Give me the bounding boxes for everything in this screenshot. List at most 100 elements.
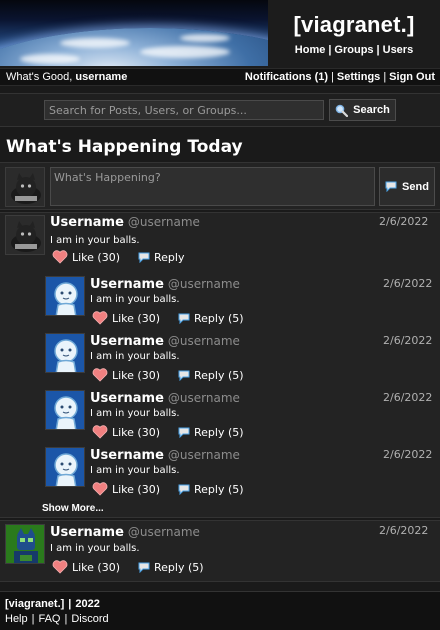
nav-users[interactable]: Users	[383, 44, 414, 56]
nav-home[interactable]: Home	[295, 44, 326, 56]
like-label: Like (30)	[112, 311, 161, 325]
help-link[interactable]: Help	[5, 613, 28, 625]
earth-banner-image	[0, 0, 268, 66]
post-body: I am in your balls.	[90, 294, 180, 305]
post-item: Username @username 2/6/2022 I am in your …	[0, 520, 440, 582]
post-actions: Like (30) Reply (5)	[92, 425, 244, 439]
greeting-text: What's Good,	[6, 71, 73, 83]
author-name[interactable]: Username	[90, 277, 164, 292]
speech-bubble-icon	[178, 313, 190, 324]
footer-year: 2022	[75, 598, 100, 610]
show-more-link[interactable]: Show More...	[42, 503, 104, 514]
post-date: 2/6/2022	[383, 277, 433, 290]
avatar[interactable]	[45, 333, 85, 373]
reply-button[interactable]: Reply (5)	[138, 561, 204, 574]
send-button-label: Send	[402, 180, 429, 193]
avatar[interactable]	[45, 447, 85, 487]
like-button[interactable]: Like (30)	[92, 368, 160, 382]
post-body: I am in your balls.	[90, 465, 180, 476]
speech-bubble-icon	[178, 484, 190, 495]
post-body: I am in your balls.	[50, 235, 140, 246]
reply-button[interactable]: Reply (5)	[178, 483, 244, 496]
sign-out-link[interactable]: Sign Out	[389, 71, 435, 83]
search-button[interactable]: Search	[329, 99, 396, 121]
author-handle[interactable]: @username	[128, 525, 200, 539]
author-name[interactable]: Username	[90, 448, 164, 463]
reply-label: Reply (5)	[154, 560, 204, 574]
top-nav: Home | Groups | Users	[294, 44, 414, 56]
author-name[interactable]: Username	[90, 391, 164, 406]
compose-input[interactable]	[50, 167, 375, 206]
avatar[interactable]	[45, 390, 85, 430]
author-handle[interactable]: @username	[128, 215, 200, 229]
avatar[interactable]	[5, 167, 45, 207]
reply-button[interactable]: Reply	[138, 251, 184, 264]
post-author: Username @username	[50, 525, 200, 540]
reply-label: Reply (5)	[194, 368, 244, 382]
like-button[interactable]: Like (30)	[52, 560, 120, 574]
author-handle[interactable]: @username	[168, 448, 240, 462]
post-body: I am in your balls.	[90, 351, 180, 362]
heart-icon	[92, 311, 108, 325]
search-bar: Search	[0, 93, 440, 127]
post-author: Username @username	[90, 334, 240, 349]
like-button[interactable]: Like (30)	[92, 482, 160, 496]
settings-link[interactable]: Settings	[337, 71, 380, 83]
avatar[interactable]	[5, 524, 45, 564]
reply-button[interactable]: Reply (5)	[178, 426, 244, 439]
post-actions: Like (30) Reply (5)	[92, 311, 244, 325]
post-author: Username @username	[50, 215, 200, 230]
site-footer: [viagranet.] | 2022 Help | FAQ | Discord	[0, 591, 440, 630]
like-label: Like (30)	[72, 250, 121, 264]
post-date: 2/6/2022	[383, 448, 433, 461]
post-author: Username @username	[90, 448, 240, 463]
like-button[interactable]: Like (30)	[92, 311, 160, 325]
like-button[interactable]: Like (30)	[52, 250, 120, 264]
reply-button[interactable]: Reply (5)	[178, 369, 244, 382]
post-body: I am in your balls.	[90, 408, 180, 419]
reply-button[interactable]: Reply (5)	[178, 312, 244, 325]
post-actions: Like (30) Reply	[52, 250, 184, 264]
author-name[interactable]: Username	[50, 215, 124, 230]
send-button[interactable]: Send	[379, 167, 435, 206]
reply-label: Reply	[154, 250, 185, 264]
post-actions: Like (30) Reply (5)	[52, 560, 204, 574]
heart-icon	[92, 425, 108, 439]
site-header: [viagranet.] Home | Groups | Users	[0, 0, 440, 68]
search-input[interactable]	[44, 100, 324, 120]
avatar[interactable]	[45, 276, 85, 316]
notifications-link[interactable]: Notifications (1)	[245, 71, 328, 83]
heart-icon	[92, 482, 108, 496]
brand-logo[interactable]: [viagranet.]	[268, 12, 440, 38]
author-handle[interactable]: @username	[168, 391, 240, 405]
heart-icon	[52, 560, 68, 574]
author-handle[interactable]: @username	[168, 277, 240, 291]
speech-bubble-icon	[178, 427, 190, 438]
post-actions: Like (30) Reply (5)	[92, 482, 244, 496]
faq-link[interactable]: FAQ	[38, 613, 60, 625]
post-date: 2/6/2022	[383, 391, 433, 404]
post-actions: Like (30) Reply (5)	[92, 368, 244, 382]
brand-block: [viagranet.] Home | Groups | Users	[268, 0, 440, 66]
post-date: 2/6/2022	[383, 334, 433, 347]
like-label: Like (30)	[72, 560, 121, 574]
footer-links: Help | FAQ | Discord	[5, 613, 109, 625]
magnifier-icon	[335, 104, 349, 117]
post-author: Username @username	[90, 277, 240, 292]
post-author: Username @username	[90, 391, 240, 406]
avatar[interactable]	[5, 215, 45, 255]
speech-bubble-icon	[178, 370, 190, 381]
footer-brand: [viagranet.]	[5, 598, 65, 610]
greeting: What's Good, username	[6, 69, 127, 85]
author-name[interactable]: Username	[50, 525, 124, 540]
heart-icon	[92, 368, 108, 382]
author-name[interactable]: Username	[90, 334, 164, 349]
author-handle[interactable]: @username	[168, 334, 240, 348]
reply-label: Reply (5)	[194, 425, 244, 439]
nav-groups[interactable]: Groups	[334, 44, 373, 56]
heart-icon	[52, 250, 68, 264]
discord-link[interactable]: Discord	[71, 613, 108, 625]
speech-bubble-icon	[138, 562, 150, 573]
like-button[interactable]: Like (30)	[92, 425, 160, 439]
footer-copyright: [viagranet.] | 2022	[5, 598, 100, 610]
